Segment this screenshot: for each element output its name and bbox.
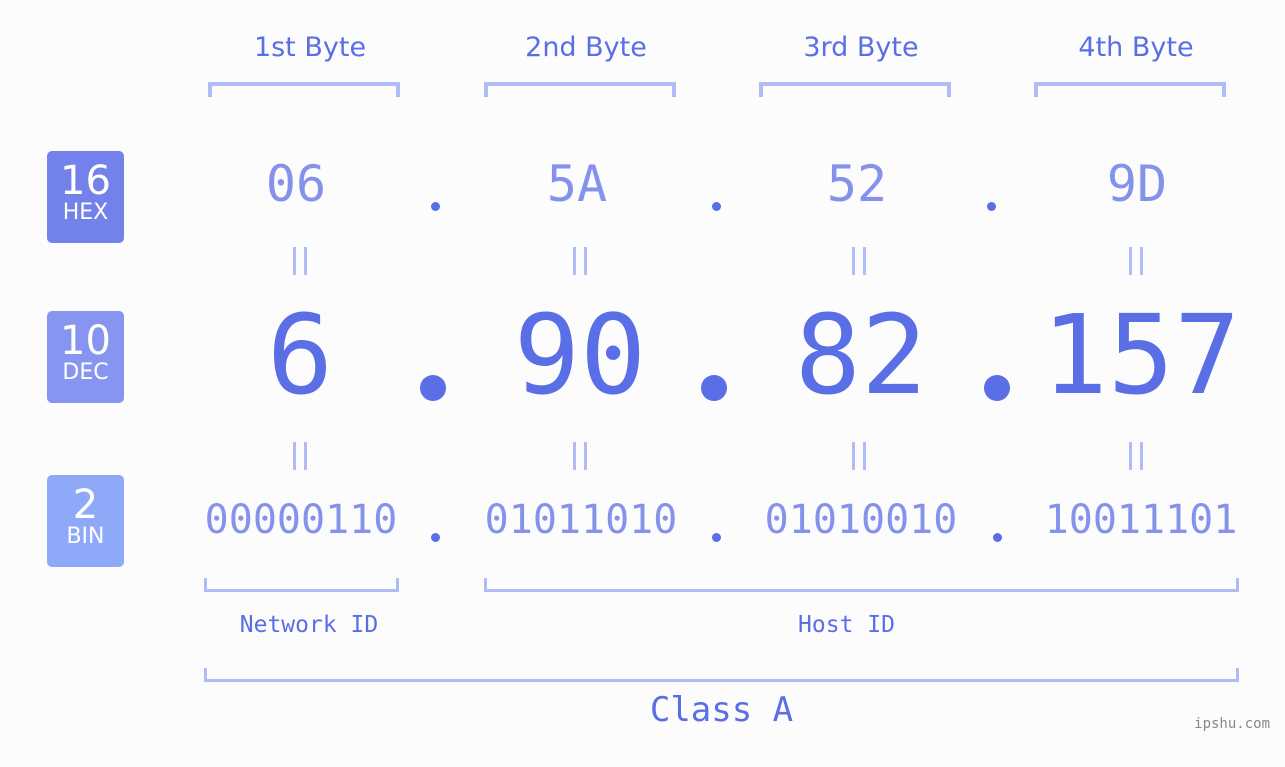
watermark: ipshu.com bbox=[1194, 716, 1270, 732]
dec-byte-3: 82 bbox=[794, 291, 928, 419]
bin-separator-dot bbox=[993, 533, 1002, 542]
host-id-label: Host ID bbox=[798, 612, 895, 638]
bin-base: 2 bbox=[72, 482, 99, 528]
bin-byte-3: 01010010 bbox=[764, 497, 958, 543]
bin-separator-dot bbox=[712, 533, 721, 542]
dec-byte-2: 90 bbox=[513, 291, 647, 419]
byte-bracket-3 bbox=[759, 82, 951, 97]
byte-bracket-2 bbox=[484, 82, 676, 97]
hex-label: HEX bbox=[62, 200, 109, 225]
dec-byte-1: 6 bbox=[266, 291, 334, 419]
equals-icon bbox=[1129, 442, 1143, 470]
hex-base: 16 bbox=[60, 158, 111, 204]
byte-bracket-1 bbox=[208, 82, 400, 97]
class-label: Class A bbox=[649, 690, 794, 730]
hex-byte-3: 52 bbox=[826, 155, 888, 213]
network-id-label: Network ID bbox=[239, 612, 379, 638]
equals-icon bbox=[293, 442, 307, 470]
byte-label-2: 2nd Byte bbox=[525, 32, 647, 63]
bin-byte-4: 10011101 bbox=[1044, 497, 1238, 543]
hex-badge: 16 HEX bbox=[47, 151, 124, 243]
dec-label: DEC bbox=[62, 360, 109, 385]
host-id-bracket bbox=[484, 578, 1239, 592]
equals-icon bbox=[852, 247, 866, 275]
dec-separator-dot bbox=[420, 375, 446, 401]
network-id-bracket bbox=[204, 578, 399, 592]
bin-badge: 2 BIN bbox=[47, 475, 124, 567]
equals-icon bbox=[1129, 247, 1143, 275]
bin-byte-2: 01011010 bbox=[484, 497, 678, 543]
dec-base: 10 bbox=[60, 318, 111, 364]
byte-bracket-4 bbox=[1034, 82, 1226, 97]
bin-label: BIN bbox=[66, 524, 105, 549]
dec-separator-dot bbox=[984, 375, 1010, 401]
dec-separator-dot bbox=[701, 375, 727, 401]
equals-icon bbox=[573, 442, 587, 470]
dec-badge: 10 DEC bbox=[47, 311, 124, 403]
hex-byte-4: 9D bbox=[1106, 155, 1168, 213]
byte-label-1: 1st Byte bbox=[253, 32, 367, 63]
equals-icon bbox=[852, 442, 866, 470]
bin-byte-1: 00000110 bbox=[204, 497, 398, 543]
hex-byte-2: 5A bbox=[546, 155, 608, 213]
bin-separator-dot bbox=[431, 533, 440, 542]
class-bracket bbox=[204, 668, 1239, 682]
equals-icon bbox=[293, 247, 307, 275]
byte-label-4: 4th Byte bbox=[1078, 32, 1194, 63]
hex-separator-dot bbox=[987, 202, 996, 211]
hex-byte-1: 06 bbox=[265, 155, 327, 213]
equals-icon bbox=[573, 247, 587, 275]
hex-separator-dot bbox=[712, 202, 721, 211]
byte-label-3: 3rd Byte bbox=[803, 32, 919, 63]
dec-byte-4: 157 bbox=[1041, 291, 1241, 419]
hex-separator-dot bbox=[431, 202, 440, 211]
